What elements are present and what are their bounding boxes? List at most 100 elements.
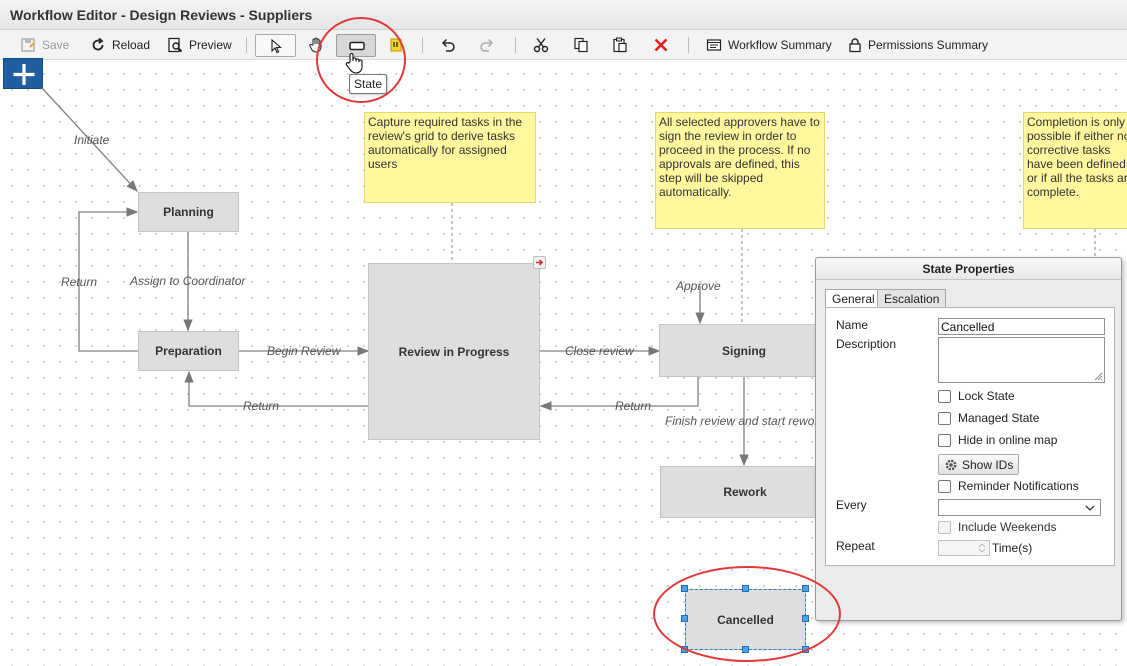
resize-grip-icon: [1094, 372, 1103, 381]
cut-button[interactable]: [533, 34, 549, 56]
copy-button[interactable]: [573, 34, 589, 56]
hide-online-map-option[interactable]: Hide in online map: [938, 433, 1057, 447]
undo-button[interactable]: [440, 34, 456, 56]
description-textarea[interactable]: [938, 337, 1105, 383]
every-label: Every: [836, 498, 867, 512]
edge-label-finish-review: Finish review and start rework: [665, 414, 815, 428]
preview-icon: [168, 37, 183, 53]
edge-label-approve: Approve: [676, 279, 721, 293]
save-icon: [21, 38, 35, 52]
workflow-summary-label: Workflow Summary: [728, 38, 832, 52]
edge-label-initiate: Initiate: [74, 133, 110, 147]
managed-state-checkbox[interactable]: [938, 411, 951, 425]
note-capture-tasks[interactable]: Capture required tasks in the review's g…: [364, 112, 536, 203]
window-title: Workflow Editor - Design Reviews - Suppl…: [10, 7, 313, 23]
redo-icon: [480, 38, 494, 52]
stepper-arrows-icon: [978, 543, 986, 553]
add-button[interactable]: [3, 58, 43, 89]
undo-icon: [441, 38, 455, 52]
managed-state-option[interactable]: Managed State: [938, 411, 1039, 425]
redo-button[interactable]: [479, 34, 495, 56]
lock-state-label: Lock State: [958, 389, 1015, 403]
state-preparation[interactable]: Preparation: [138, 331, 239, 371]
permissions-summary-label: Permissions Summary: [868, 38, 989, 52]
state-rework[interactable]: Rework: [660, 466, 830, 518]
note-completion[interactable]: Completion is only possible if either no…: [1023, 112, 1127, 229]
panel-title: State Properties: [816, 258, 1121, 280]
preview-button[interactable]: Preview: [167, 34, 232, 56]
arrow-out-icon: [536, 259, 544, 266]
edge-label-begin-review: Begin Review: [267, 344, 341, 358]
state-signing[interactable]: Signing: [659, 324, 829, 377]
tab-general[interactable]: General: [825, 289, 882, 309]
edge-label-return: Return: [243, 399, 280, 413]
workflow-summary-button[interactable]: Workflow Summary: [706, 34, 832, 56]
toolbar-divider: [688, 37, 689, 53]
edge-label-return: Return: [61, 275, 98, 289]
hide-online-map-checkbox[interactable]: [938, 433, 951, 447]
reminder-notifications-checkbox[interactable]: [938, 479, 951, 493]
select-tool-button[interactable]: [255, 34, 296, 57]
toolbar-divider: [515, 37, 516, 53]
plus-icon: [13, 64, 35, 85]
preview-label: Preview: [189, 38, 232, 52]
include-weekends-checkbox[interactable]: [938, 520, 951, 534]
edge-label-return: Return: [615, 399, 652, 413]
summary-window-icon: [706, 39, 722, 51]
edge-label-close-review: Close review: [565, 344, 634, 358]
lock-state-option[interactable]: Lock State: [938, 389, 1015, 403]
managed-state-label: Managed State: [958, 411, 1040, 425]
note-text: Completion is only possible if either no…: [1027, 115, 1127, 199]
copy-icon: [574, 37, 588, 53]
chevron-down-icon: [1085, 505, 1095, 511]
paste-button[interactable]: [612, 34, 628, 56]
state-properties-panel: State Properties General Escalation Name…: [815, 257, 1122, 621]
state-link-icon[interactable]: [533, 256, 546, 269]
every-select[interactable]: [938, 499, 1101, 516]
lock-icon: [849, 38, 861, 53]
include-weekends-option[interactable]: Include Weekends: [938, 520, 1057, 534]
include-weekends-label: Include Weekends: [958, 520, 1057, 534]
state-label: Signing: [722, 343, 766, 358]
description-label: Description: [836, 337, 897, 351]
title-bar: Workflow Editor - Design Reviews - Suppl…: [0, 0, 1127, 30]
tab-escalation[interactable]: Escalation: [877, 289, 947, 308]
note-text: Capture required tasks in the review's g…: [368, 115, 523, 171]
name-input[interactable]: [938, 318, 1105, 335]
state-planning[interactable]: Planning: [138, 192, 239, 232]
reminder-notifications-label: Reminder Notifications: [958, 479, 1079, 493]
state-label: Planning: [163, 205, 214, 219]
name-label: Name: [836, 318, 869, 332]
scissors-icon: [533, 38, 549, 53]
note-text: All selected approvers have to sign the …: [659, 115, 820, 199]
highlight-circle-state-tool: [316, 17, 406, 103]
permissions-summary-button[interactable]: Permissions Summary: [848, 34, 988, 56]
reload-icon: [92, 37, 104, 51]
state-label: Rework: [723, 485, 767, 499]
hide-online-map-label: Hide in online map: [958, 433, 1058, 447]
reload-label: Reload: [112, 38, 151, 52]
show-ids-label: Show IDs: [962, 457, 1014, 472]
toolbar: Save Reload Preview Workflow Summary Per…: [0, 30, 1127, 60]
note-approvers[interactable]: All selected approvers have to sign the …: [655, 112, 825, 229]
reload-button[interactable]: Reload: [90, 34, 150, 56]
gear-icon: [945, 459, 957, 470]
toolbar-divider: [422, 37, 423, 53]
state-label: Review in Progress: [398, 344, 510, 359]
repeat-stepper[interactable]: [938, 540, 990, 556]
show-ids-button[interactable]: Show IDs: [938, 454, 1020, 475]
delete-button[interactable]: [653, 34, 669, 56]
repeat-label: Repeat: [836, 539, 875, 553]
edge-label-assign: Assign to Coordinator: [130, 274, 246, 288]
pointer-icon: [271, 38, 282, 54]
state-label: Preparation: [155, 344, 222, 358]
save-button[interactable]: Save: [20, 34, 69, 56]
paste-icon: [613, 37, 627, 53]
state-review-in-progress[interactable]: Review in Progress: [368, 263, 540, 440]
general-tab-panel: Name Description Lock State Managed Stat…: [825, 307, 1115, 566]
times-label: Time(s): [992, 541, 1033, 555]
lock-state-checkbox[interactable]: [938, 389, 951, 403]
reminder-notifications-option[interactable]: Reminder Notifications: [938, 479, 1079, 493]
toolbar-divider: [246, 37, 247, 53]
highlight-circle-cancelled: [653, 566, 841, 662]
